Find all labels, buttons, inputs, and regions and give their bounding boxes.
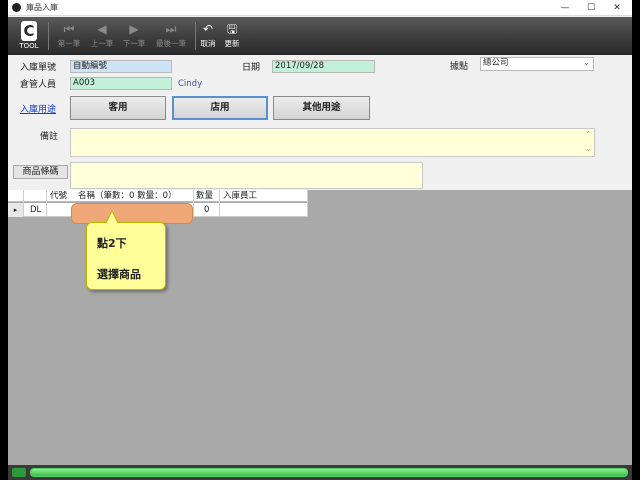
toolbar-separator — [48, 22, 49, 50]
logo-text: TOOL — [19, 42, 39, 50]
chevron-down-icon: ⌄ — [582, 58, 590, 68]
location-select[interactable]: 總公司 ⌄ — [480, 57, 594, 71]
tooltip-pointer-fill — [106, 212, 118, 224]
keeper-label: 倉管人員 — [20, 80, 57, 90]
save-icon: 🖫 — [226, 22, 238, 36]
hint-tooltip: 點2下 選擇商品 — [86, 222, 166, 290]
grid-header: 代號 名稱（筆數：0 數量：0） 數量 入庫員工 — [8, 190, 308, 202]
hint-line-1: 點2下 — [97, 237, 127, 250]
row-selector[interactable]: ▸ — [8, 203, 23, 217]
minimize-button[interactable]: — — [554, 1, 576, 15]
title-bar: 庫品入庫 — ☐ ✕ — [8, 0, 632, 16]
tool-logo: C TOOL — [14, 20, 44, 52]
column-code[interactable]: 代號 — [50, 190, 67, 202]
column-qty[interactable]: 數量 — [196, 190, 213, 202]
column-divider — [46, 190, 47, 217]
row-code[interactable]: DL — [30, 203, 41, 217]
scroll-up-icon[interactable]: ⌃ — [584, 130, 593, 138]
app-window: 庫品入庫 — ☐ ✕ C TOOL ⏮ 第一筆 ◀ 上一筆 ▶ 下一筆 ⏭ 最後… — [8, 0, 632, 480]
last-record-button[interactable]: ⏭ 最後一筆 — [153, 21, 189, 53]
column-divider — [307, 190, 308, 217]
first-record-icon: ⏮ — [63, 22, 75, 36]
purpose-link[interactable]: 入庫用途 — [20, 102, 56, 115]
update-button[interactable]: 🖫 更新 — [222, 21, 242, 53]
purpose-store-button[interactable]: 店用 — [172, 96, 268, 120]
first-record-label: 第一筆 — [57, 39, 81, 48]
close-button[interactable]: ✕ — [606, 1, 628, 15]
prev-record-icon: ◀ — [97, 22, 107, 36]
last-record-icon: ⏭ — [165, 22, 177, 36]
first-record-button[interactable]: ⏮ 第一筆 — [55, 21, 83, 53]
order-no-label: 入庫單號 — [20, 63, 57, 73]
column-staff[interactable]: 入庫員工 — [223, 190, 257, 202]
next-record-icon: ▶ — [129, 22, 139, 36]
barcode-button[interactable]: 商品條碼 — [13, 165, 68, 179]
progress-fill — [31, 469, 627, 476]
cancel-button[interactable]: ↶ 取消 — [198, 21, 218, 53]
next-record-button[interactable]: ▶ 下一筆 — [120, 21, 148, 53]
purpose-customer-button[interactable]: 客用 — [70, 96, 166, 120]
toolbar-separator — [195, 22, 196, 50]
row-qty[interactable]: 0 — [204, 203, 209, 217]
update-label: 更新 — [224, 39, 240, 48]
keeper-field[interactable]: A003 — [70, 77, 172, 90]
logo-letter: C — [21, 21, 37, 41]
maximize-button[interactable]: ☐ — [580, 1, 602, 15]
undo-icon: ↶ — [202, 22, 214, 36]
window-title: 庫品入庫 — [26, 3, 58, 12]
status-icon — [12, 468, 26, 477]
column-divider — [23, 190, 24, 217]
memo-label: 備註 — [40, 132, 59, 142]
prev-record-button[interactable]: ◀ 上一筆 — [88, 21, 116, 53]
prev-record-label: 上一筆 — [90, 39, 114, 48]
column-name[interactable]: 名稱（筆數：0 數量：0） — [78, 190, 177, 202]
scroll-down-icon[interactable]: ⌄ — [584, 145, 593, 153]
column-divider — [193, 190, 194, 217]
date-label: 日期 — [242, 63, 261, 73]
next-record-label: 下一筆 — [122, 39, 146, 48]
barcode-input[interactable] — [70, 162, 423, 189]
app-icon — [12, 3, 21, 12]
purpose-other-button[interactable]: 其他用途 — [273, 96, 370, 120]
column-divider — [219, 190, 220, 217]
toolbar: C TOOL ⏮ 第一筆 ◀ 上一筆 ▶ 下一筆 ⏭ 最後一筆 ↶ 取消 🖫 更… — [8, 17, 632, 55]
order-no-field[interactable]: 自動編號 — [70, 60, 172, 73]
memo-textarea[interactable]: ⌃ ⌄ — [70, 128, 595, 157]
cancel-label: 取消 — [200, 39, 216, 48]
hint-line-2: 選擇商品 — [97, 268, 141, 281]
location-value: 總公司 — [483, 58, 509, 68]
keeper-name: Cindy — [178, 79, 203, 89]
last-record-label: 最後一筆 — [156, 39, 186, 48]
status-bar — [8, 465, 632, 480]
row-name-cell[interactable] — [71, 203, 193, 224]
date-field[interactable]: 2017/09/28 — [272, 60, 375, 73]
progress-bar — [30, 468, 628, 477]
location-label: 據點 — [450, 62, 469, 72]
